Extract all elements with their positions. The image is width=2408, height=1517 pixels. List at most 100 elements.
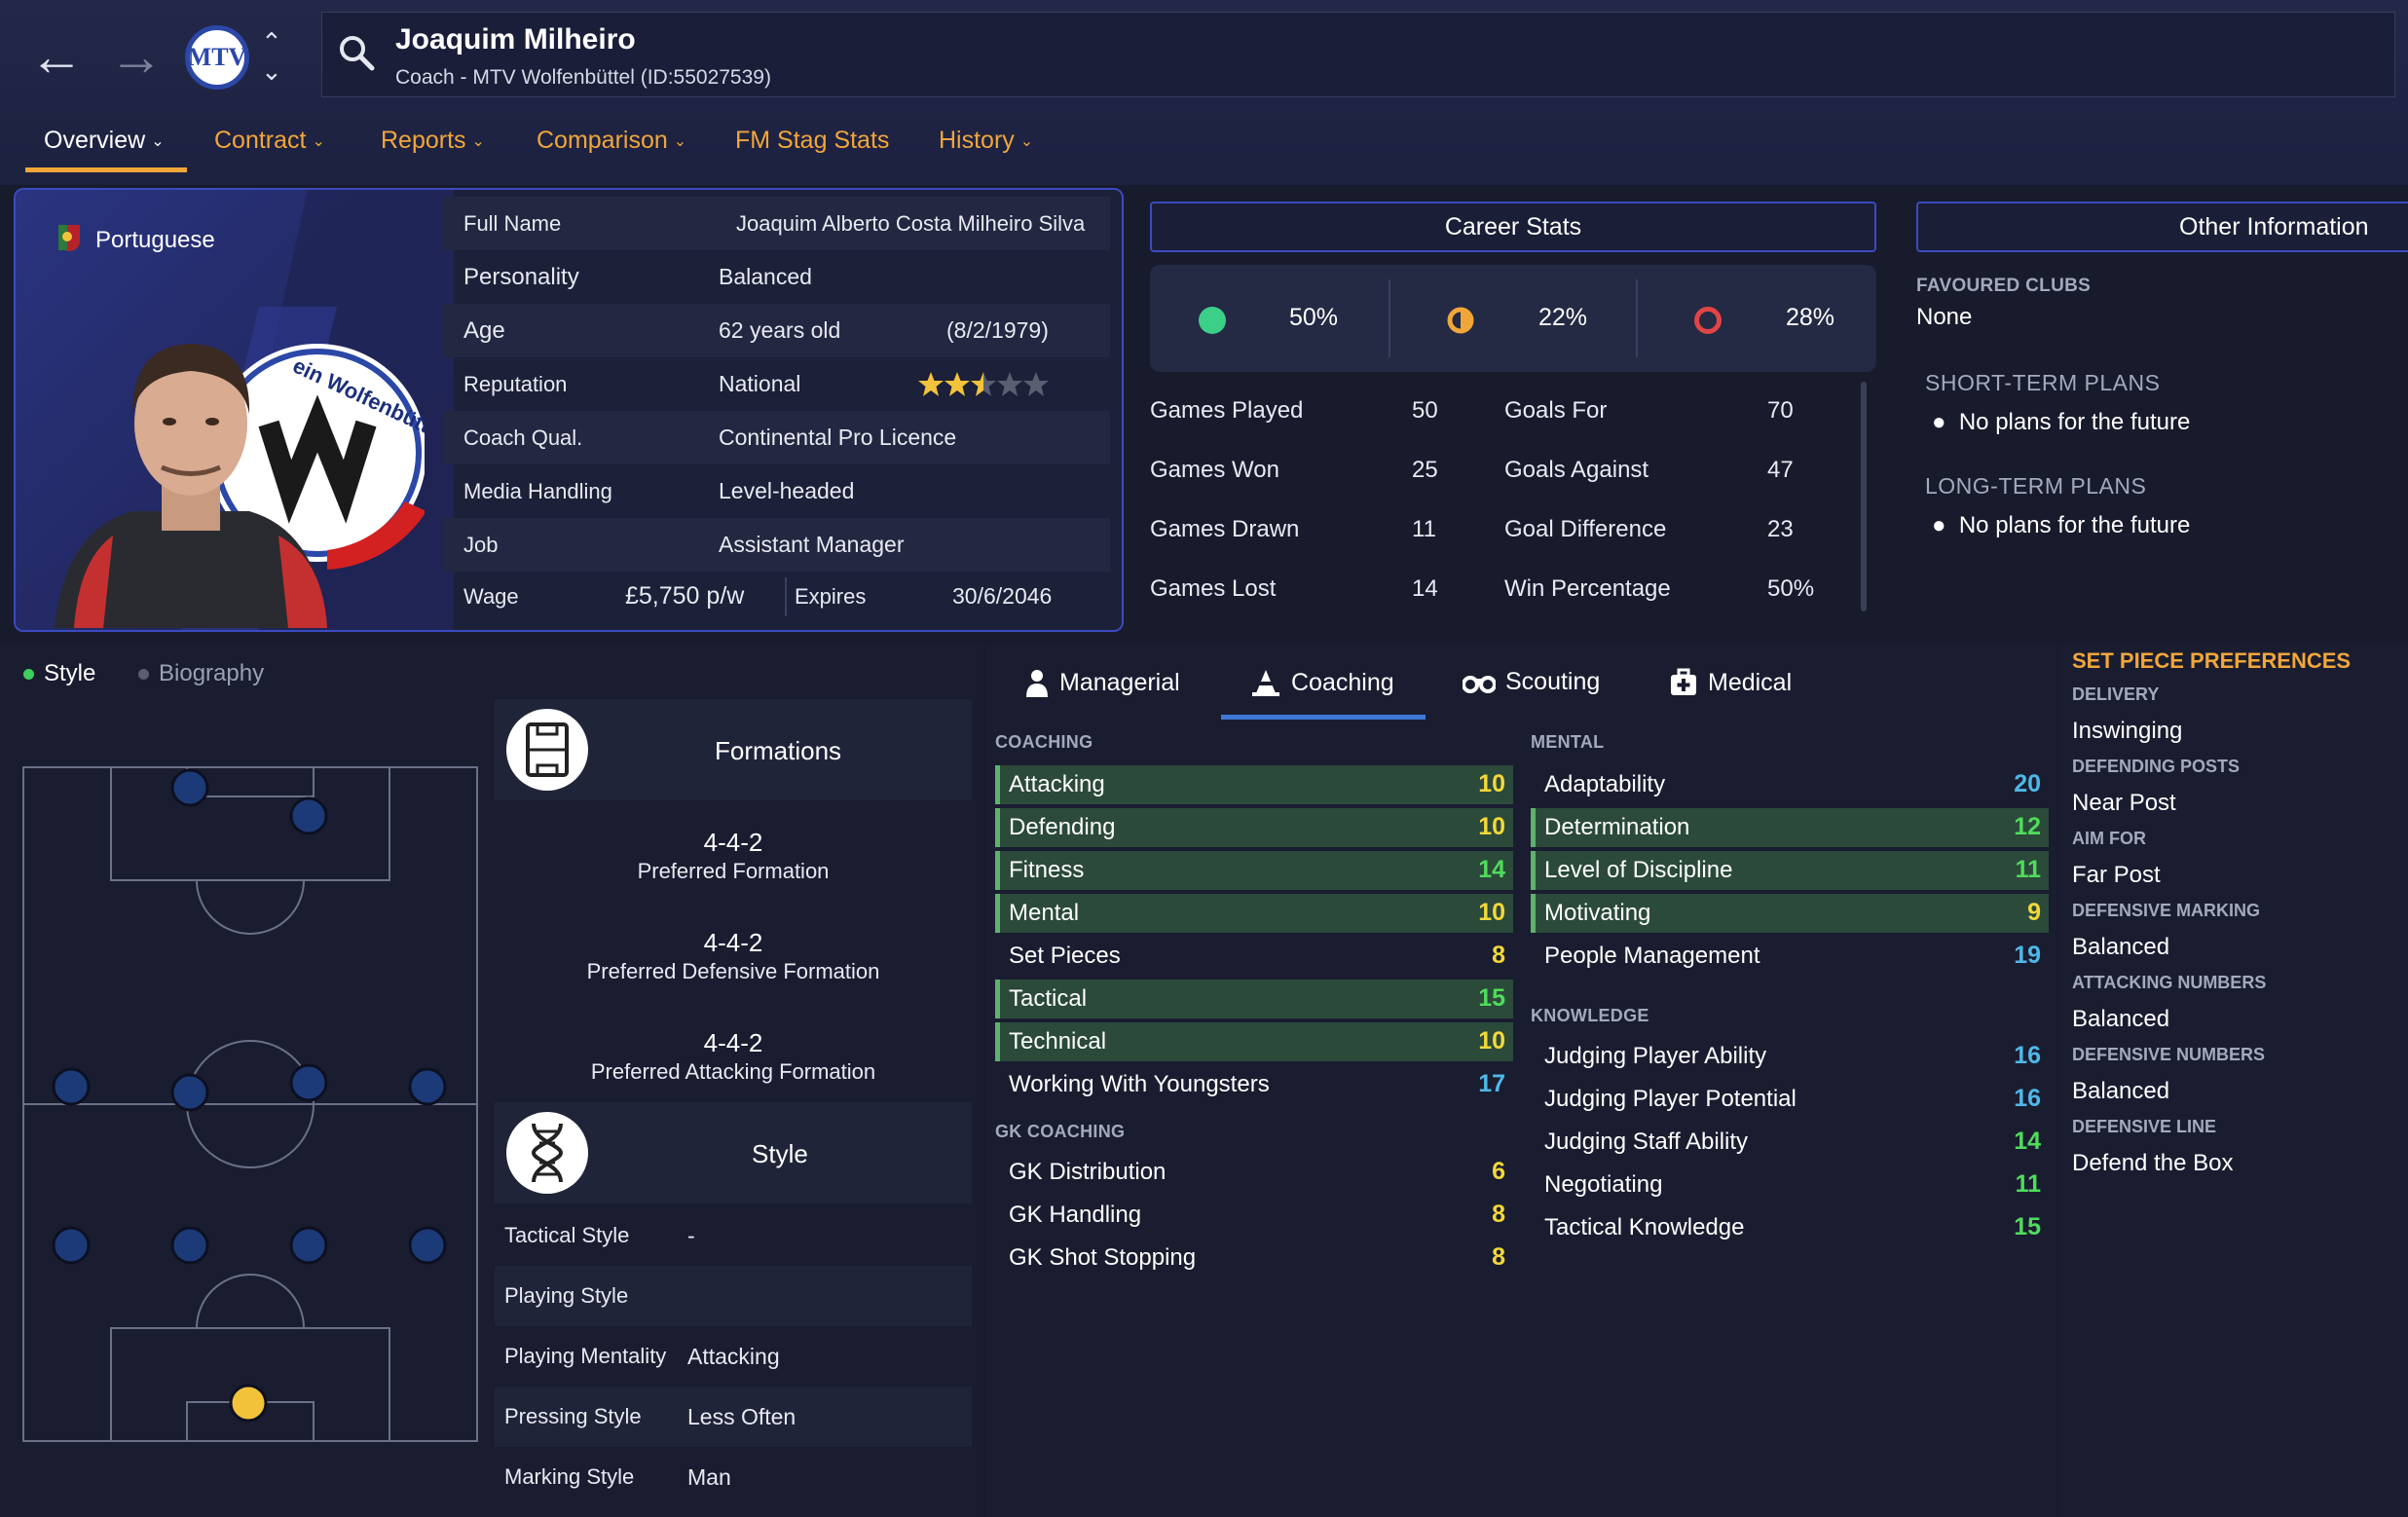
playing-style-label: Playing Style <box>504 1283 629 1308</box>
attr-row[interactable]: Motivating 9 <box>1531 894 2049 933</box>
formation-board-icon <box>506 709 588 791</box>
tab-scouting[interactable]: Scouting <box>1463 668 1600 696</box>
attr-row[interactable]: GK Shot Stopping 8 <box>995 1239 1513 1277</box>
style-toggle[interactable]: Style <box>23 660 95 687</box>
back-arrow-icon[interactable]: ← <box>29 29 84 84</box>
attr-row[interactable]: Technical 10 <box>995 1022 1513 1061</box>
attr-row[interactable]: Mental 10 <box>995 894 1513 933</box>
games-drawn-value: 11 <box>1412 516 1436 542</box>
tab-fm-stag-stats-label: FM Stag Stats <box>735 127 890 154</box>
set-piece-label: DEFENSIVE LINE <box>2072 1117 2217 1136</box>
attr-name: Determination <box>1544 814 1690 840</box>
profile-row-wage: Wage £5,750 p/w Expires 30/6/2046 <box>444 570 1110 623</box>
other-info-title: Other Information <box>2179 213 2369 240</box>
club-switch-updown-icon[interactable]: ⌃ ⌄ <box>261 27 282 86</box>
short-term-plans-value: No plans for the future <box>1958 409 2191 435</box>
attr-value: 8 <box>1492 1201 1505 1228</box>
attr-row[interactable]: Set Pieces 8 <box>995 937 1513 976</box>
attr-row[interactable]: Judging Player Potential 16 <box>1531 1080 2049 1119</box>
attr-value: 11 <box>2015 1170 2041 1198</box>
career-scrollbar[interactable] <box>1861 382 1867 611</box>
club-crest-text: MTV <box>187 43 247 71</box>
set-piece-value: Inswinging <box>2072 718 2183 744</box>
favoured-clubs-value: None <box>1916 304 1973 330</box>
tab-medical-label: Medical <box>1708 668 1793 696</box>
player-marker-forward <box>289 796 328 835</box>
profile-row-age: Age 62 years old (8/2/1979) <box>444 304 1110 357</box>
chevron-down-icon: ⌄ <box>151 133 165 151</box>
biography-toggle[interactable]: Biography <box>138 660 264 687</box>
attr-row[interactable]: People Management 19 <box>1531 937 2049 976</box>
tab-reports-label: Reports <box>381 127 466 154</box>
attr-name: Set Pieces <box>1009 943 1121 969</box>
attr-row[interactable]: Negotiating 11 <box>1531 1166 2049 1204</box>
attr-row[interactable]: GK Handling 8 <box>995 1196 1513 1235</box>
attr-row[interactable]: Fitness 14 <box>995 851 1513 890</box>
loss-ring-icon <box>1694 307 1722 334</box>
attr-row[interactable]: Judging Staff Ability 14 <box>1531 1123 2049 1162</box>
attr-value: 17 <box>1478 1070 1505 1097</box>
attr-row[interactable]: Determination 12 <box>1531 808 2049 847</box>
attr-name: Judging Staff Ability <box>1544 1128 1749 1155</box>
chevron-down-icon: ⌄ <box>471 133 485 151</box>
style-row: Tactical Style - <box>495 1205 972 1266</box>
tab-reports[interactable]: Reports ⌄ <box>381 127 485 155</box>
marking-style-value: Man <box>687 1464 731 1490</box>
wage-divider <box>785 577 787 616</box>
tab-comparison[interactable]: Comparison ⌄ <box>537 127 686 155</box>
star-empty-icon <box>1023 372 1049 396</box>
wage-value: £5,750 p/w <box>625 582 745 610</box>
preferred-formation-value: 4-4-2 <box>703 828 763 857</box>
date-of-birth: (8/2/1979) <box>946 317 1049 343</box>
long-term-plans-label: LONG-TERM PLANS <box>1925 473 2147 499</box>
attr-name: Defending <box>1009 814 1116 840</box>
club-crest-icon[interactable]: MTV <box>185 25 249 90</box>
star-full-icon <box>945 372 970 396</box>
forward-arrow-icon[interactable]: → <box>109 29 164 84</box>
tab-managerial[interactable]: Managerial <box>1024 668 1180 697</box>
player-markers <box>52 768 447 1265</box>
attr-value: 20 <box>2014 770 2041 797</box>
tab-medical[interactable]: Medical <box>1669 668 1792 697</box>
expires-value: 30/6/2046 <box>952 583 1053 609</box>
goals-against-label: Goals Against <box>1504 457 1649 483</box>
player-marker-midfielder <box>408 1067 447 1106</box>
coach-qual-value: Continental Pro Licence <box>719 425 957 450</box>
search-icon[interactable] <box>337 33 376 72</box>
attr-row[interactable]: Judging Player Ability 16 <box>1531 1037 2049 1076</box>
set-piece-value: Defend the Box <box>2072 1150 2234 1176</box>
attr-value: 10 <box>1478 899 1505 926</box>
player-marker-midfielder <box>170 1073 209 1112</box>
attr-row[interactable]: Level of Discipline 11 <box>1531 851 2049 890</box>
tab-history[interactable]: History ⌄ <box>939 127 1033 155</box>
tab-fm-stag-stats[interactable]: FM Stag Stats <box>735 127 889 155</box>
set-piece-label: DELIVERY <box>2072 684 2160 704</box>
style-title: Style <box>752 1139 808 1168</box>
dna-icon <box>506 1112 588 1194</box>
attr-row[interactable]: GK Distribution 6 <box>995 1153 1513 1192</box>
win-percentage-label: Win Percentage <box>1504 575 1671 602</box>
attr-row[interactable]: Tactical 15 <box>995 980 1513 1018</box>
attr-name: Judging Player Potential <box>1544 1086 1797 1112</box>
attr-row[interactable]: Working With Youngsters 17 <box>995 1065 1513 1104</box>
attr-name: Fitness <box>1009 857 1085 883</box>
medical-kit-icon <box>1671 668 1696 695</box>
style-row: Marking Style Man <box>495 1447 972 1507</box>
style-row: Playing Style <box>495 1266 972 1326</box>
player-marker-forward <box>170 768 209 807</box>
tab-coaching[interactable]: Coaching <box>1250 668 1394 697</box>
tab-overview[interactable]: Overview ⌄ <box>44 127 165 155</box>
attr-value: 16 <box>2014 1085 2041 1112</box>
coaching-section-label: COACHING <box>995 732 1093 752</box>
win-percentage-value: 50% <box>1767 575 1815 602</box>
long-term-plans-value: No plans for the future <box>1958 512 2191 538</box>
tab-contract[interactable]: Contract ⌄ <box>214 127 325 155</box>
goal-difference-value: 23 <box>1767 516 1794 542</box>
gk-coaching-section-label: GK COACHING <box>995 1122 1126 1141</box>
attr-row[interactable]: Adaptability 20 <box>1531 765 2049 804</box>
attr-row[interactable]: Defending 10 <box>995 808 1513 847</box>
playing-mentality-value: Attacking <box>687 1344 780 1369</box>
attr-row[interactable]: Attacking 10 <box>995 765 1513 804</box>
set-piece-title: SET PIECE PREFERENCES <box>2072 648 2352 673</box>
attr-row[interactable]: Tactical Knowledge 15 <box>1531 1208 2049 1247</box>
